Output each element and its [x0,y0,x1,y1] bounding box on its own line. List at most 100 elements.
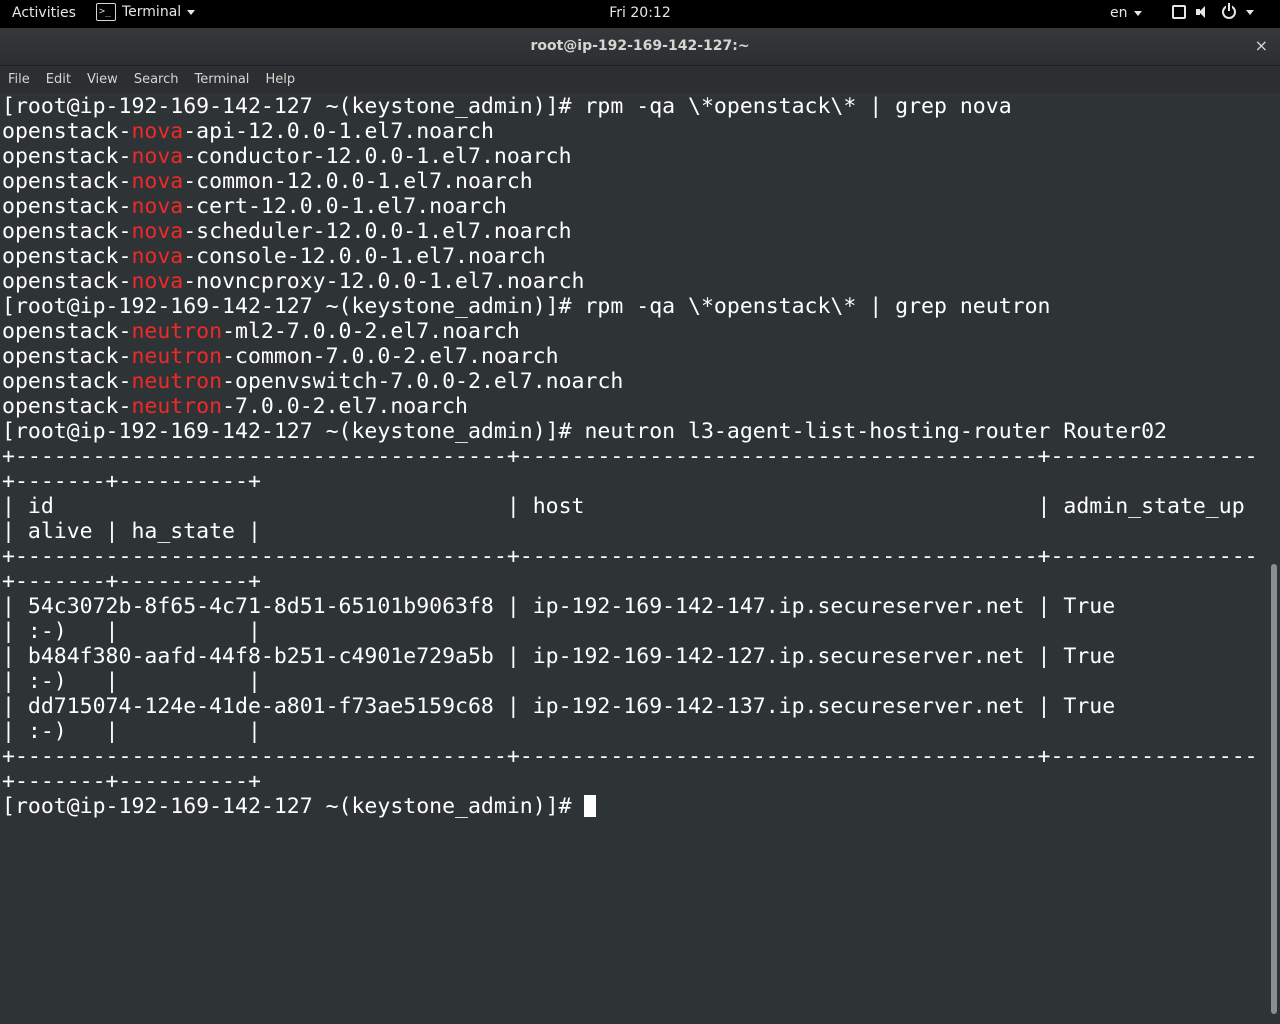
terminal-segment: | :-) | | [2,719,261,744]
app-menu[interactable]: >_ Terminal [96,3,196,21]
terminal-segment: openstack- [2,169,132,194]
speaker-icon [1196,4,1212,20]
terminal-line: +--------------------------------------+… [2,744,1268,769]
prompt-line[interactable]: [root@ip-192-169-142-127 ~(keystone_admi… [2,794,1268,819]
terminal-segment: +--------------------------------------+… [2,744,1258,769]
app-menu-label: Terminal [122,4,182,20]
grep-match: neutron [131,369,223,394]
shell-prompt: [root@ip-192-169-142-127 ~(keystone_admi… [2,794,585,819]
terminal-segment: openstack- [2,194,132,219]
terminal-segment: +-------+----------+ [2,769,261,794]
menu-edit[interactable]: Edit [46,72,71,87]
terminal-text: [root@ip-192-169-142-127 ~(keystone_admi… [0,94,1268,819]
terminal-segment: -cert-12.0.0-1.el7.noarch [183,194,507,219]
terminal-line: | dd715074-124e-41de-a801-f73ae5159c68 |… [2,694,1268,719]
terminal-segment: -openvswitch-7.0.0-2.el7.noarch [222,369,624,394]
grep-match: neutron [131,344,223,369]
chevron-down-icon [187,9,196,15]
language-selector[interactable]: en [1110,5,1142,21]
terminal-segment: +-------+----------+ [2,569,261,594]
menu-view[interactable]: View [87,72,118,87]
terminal-line: openstack-neutron-7.0.0-2.el7.noarch [2,394,1268,419]
terminal-line: openstack-nova-scheduler-12.0.0-1.el7.no… [2,219,1268,244]
terminal-line: openstack-neutron-openvswitch-7.0.0-2.el… [2,369,1268,394]
terminal-line: | 54c3072b-8f65-4c71-8d51-65101b9063f8 |… [2,594,1268,619]
terminal-segment: [root@ip-192-169-142-127 ~(keystone_admi… [2,419,1167,444]
terminal-line: [root@ip-192-169-142-127 ~(keystone_admi… [2,419,1268,444]
scrollbar[interactable] [1268,94,1280,1024]
terminal-segment: openstack- [2,219,132,244]
terminal-segment: -api-12.0.0-1.el7.noarch [183,119,494,144]
menu-file[interactable]: File [8,72,30,87]
chevron-down-icon [1246,9,1254,15]
terminal-segment: | alive | ha_state | [2,519,261,544]
window-title: root@ip-192-169-142-127:~ [530,38,750,54]
terminal-icon: >_ [96,3,116,21]
terminal-line: | :-) | | [2,619,1268,644]
terminal-segment: -novncproxy-12.0.0-1.el7.noarch [183,269,585,294]
menu-help[interactable]: Help [265,72,295,87]
language-label: en [1110,5,1128,21]
terminal-line: | b484f380-aafd-44f8-b251-c4901e729a5b |… [2,644,1268,669]
scrollbar-thumb[interactable] [1271,564,1277,1014]
terminal-segment: | 54c3072b-8f65-4c71-8d51-65101b9063f8 |… [2,594,1116,619]
grep-match: nova [131,269,184,294]
power-icon [1222,3,1236,19]
grep-match: neutron [131,319,223,344]
terminal-line: openstack-neutron-ml2-7.0.0-2.el7.noarch [2,319,1268,344]
close-icon[interactable]: × [1255,28,1268,64]
terminal-line: | :-) | | [2,719,1268,744]
terminal-line: [root@ip-192-169-142-127 ~(keystone_admi… [2,94,1268,119]
terminal-line: openstack-nova-novncproxy-12.0.0-1.el7.n… [2,269,1268,294]
grep-match: nova [131,144,184,169]
top-panel: Activities >_ Terminal Fri 20:12 en [0,0,1280,28]
terminal-segment: | id | host | admin_state_up [2,494,1245,519]
terminal-segment: [root@ip-192-169-142-127 ~(keystone_admi… [2,94,1012,119]
window-square-icon [1172,5,1186,19]
terminal-line: openstack-nova-console-12.0.0-1.el7.noar… [2,244,1268,269]
terminal-segment: -7.0.0-2.el7.noarch [222,394,469,419]
grep-match: nova [131,119,184,144]
grep-match: neutron [131,394,223,419]
terminal-line: [root@ip-192-169-142-127 ~(keystone_admi… [2,294,1268,319]
terminal-line: +-------+----------+ [2,569,1268,594]
menu-terminal[interactable]: Terminal [194,72,249,87]
terminal-segment: openstack- [2,269,132,294]
terminal-line: +--------------------------------------+… [2,544,1268,569]
terminal-segment: openstack- [2,344,132,369]
terminal-line: openstack-nova-common-12.0.0-1.el7.noarc… [2,169,1268,194]
terminal-segment: openstack- [2,244,132,269]
text-cursor [584,795,597,817]
activities-button[interactable]: Activities [12,5,76,21]
terminal-line: +-------+----------+ [2,769,1268,794]
terminal-segment: -scheduler-12.0.0-1.el7.noarch [183,219,572,244]
terminal-output[interactable]: [root@ip-192-169-142-127 ~(keystone_admi… [0,94,1268,1024]
terminal-line: | :-) | | [2,669,1268,694]
terminal-line: | alive | ha_state | [2,519,1268,544]
clock[interactable]: Fri 20:12 [609,5,670,21]
terminal-segment: openstack- [2,319,132,344]
chevron-down-icon [1133,10,1142,16]
terminal-segment: openstack- [2,369,132,394]
terminal-segment: openstack- [2,394,132,419]
terminal-line: openstack-nova-cert-12.0.0-1.el7.noarch [2,194,1268,219]
system-status-menu[interactable] [1172,3,1254,20]
terminal-segment: | b484f380-aafd-44f8-b251-c4901e729a5b |… [2,644,1116,669]
grep-match: nova [131,169,184,194]
terminal-segment: -common-7.0.0-2.el7.noarch [222,344,559,369]
terminal-line: | id | host | admin_state_up [2,494,1268,519]
terminal-segment: -common-12.0.0-1.el7.noarch [183,169,533,194]
terminal-segment: [root@ip-192-169-142-127 ~(keystone_admi… [2,294,1051,319]
terminal-segment: +--------------------------------------+… [2,444,1258,469]
menu-bar: File Edit View Search Terminal Help [0,66,1280,93]
menu-search[interactable]: Search [134,72,179,87]
terminal-segment: -ml2-7.0.0-2.el7.noarch [222,319,520,344]
grep-match: nova [131,244,184,269]
terminal-segment: openstack- [2,144,132,169]
terminal-segment: -console-12.0.0-1.el7.noarch [183,244,546,269]
terminal-segment: | :-) | | [2,619,261,644]
terminal-segment: +--------------------------------------+… [2,544,1258,569]
grep-match: nova [131,194,184,219]
window-titlebar[interactable]: root@ip-192-169-142-127:~ × [0,28,1280,66]
terminal-line: openstack-nova-api-12.0.0-1.el7.noarch [2,119,1268,144]
